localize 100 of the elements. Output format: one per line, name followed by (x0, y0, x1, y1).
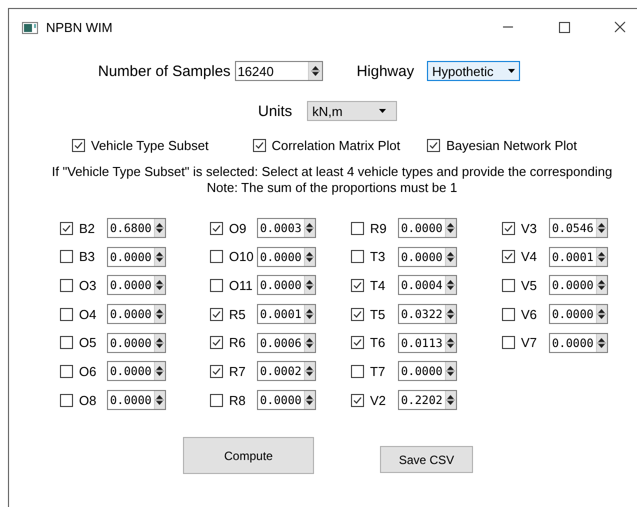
spin-box[interactable]: 0.0000 (107, 304, 166, 324)
checkbox-label[interactable]: O10 (229, 249, 255, 264)
checkbox-label[interactable]: O4 (79, 306, 105, 322)
checkbox[interactable] (72, 138, 85, 152)
checkbox-label[interactable]: R8 (229, 392, 255, 408)
spin-arrows-icon[interactable] (304, 334, 315, 352)
checkbox-label[interactable]: T4 (370, 278, 396, 293)
spin-box[interactable]: 0.0000 (549, 304, 608, 324)
spin-arrows-icon[interactable] (154, 219, 165, 237)
checkbox[interactable] (351, 336, 364, 350)
spin-box[interactable]: 0.0000 (549, 275, 608, 296)
checkbox[interactable] (502, 308, 515, 321)
spin-box[interactable]: 0.0000 (398, 218, 457, 238)
checkbox[interactable] (502, 250, 515, 264)
spin-box[interactable]: 0.0000 (398, 246, 457, 267)
checkbox[interactable] (210, 364, 223, 378)
spin-box[interactable]: 0.0322 (398, 304, 457, 324)
checkbox[interactable] (210, 278, 223, 292)
spin-box[interactable]: 0.0000 (107, 246, 166, 267)
spin-box[interactable]: 0.0000 (549, 332, 608, 353)
checkbox-label[interactable]: Vehicle Type Subset (91, 138, 209, 152)
checkbox[interactable] (210, 222, 223, 234)
checkbox-label[interactable]: R5 (229, 306, 255, 322)
checkbox-label[interactable]: R9 (370, 220, 396, 236)
checkbox[interactable] (210, 308, 223, 321)
spin-arrows-icon[interactable] (596, 334, 607, 352)
checkbox[interactable] (351, 222, 364, 234)
maximize-icon[interactable] (558, 21, 570, 34)
checkbox-label[interactable]: V7 (521, 335, 547, 350)
close-icon[interactable] (614, 21, 626, 34)
checkbox-label[interactable]: B2 (79, 220, 105, 236)
spin-arrows-icon[interactable] (308, 62, 322, 80)
checkbox-label[interactable]: V5 (521, 278, 547, 293)
highway-dropdown[interactable]: Hypothetic (427, 61, 520, 81)
checkbox[interactable] (60, 278, 73, 292)
spin-box[interactable]: 0.0000 (257, 246, 316, 267)
checkbox-label[interactable]: T3 (370, 249, 396, 264)
spin-arrows-icon[interactable] (154, 391, 165, 410)
checkbox[interactable] (210, 250, 223, 264)
spin-arrows-icon[interactable] (444, 276, 456, 294)
checkbox-label[interactable]: B3 (79, 249, 105, 264)
spin-box[interactable]: 0.0006 (257, 332, 316, 353)
checkbox[interactable] (60, 336, 73, 350)
checkbox[interactable] (210, 394, 223, 407)
checkbox-label[interactable]: O11 (229, 278, 255, 293)
checkbox-label[interactable]: V2 (370, 392, 396, 408)
checkbox-label[interactable]: O3 (79, 278, 105, 293)
spin-arrows-icon[interactable] (596, 219, 607, 237)
spin-arrows-icon[interactable] (154, 362, 165, 380)
checkbox[interactable] (252, 138, 266, 152)
checkbox[interactable] (502, 336, 515, 350)
spin-box[interactable]: 0.0000 (257, 275, 316, 296)
checkbox-label[interactable]: R6 (229, 335, 255, 350)
spin-arrows-icon[interactable] (304, 305, 315, 324)
spin-box[interactable]: 0.6800 (107, 218, 166, 238)
spin-arrows-icon[interactable] (596, 248, 607, 266)
checkbox[interactable] (351, 364, 364, 378)
checkbox[interactable] (210, 336, 223, 350)
checkbox[interactable] (351, 250, 364, 264)
checkbox[interactable] (351, 278, 364, 292)
checkbox-label[interactable]: V6 (521, 306, 547, 322)
checkbox-label[interactable]: V3 (521, 220, 547, 236)
spin-arrows-icon[interactable] (304, 219, 315, 237)
spin-arrows-icon[interactable] (444, 391, 456, 410)
checkbox[interactable] (60, 222, 73, 234)
spin-box[interactable]: 0.0546 (549, 218, 608, 238)
spin-arrows-icon[interactable] (444, 334, 456, 352)
checkbox[interactable] (60, 308, 73, 321)
spin-arrows-icon[interactable] (304, 391, 315, 410)
checkbox[interactable] (427, 138, 440, 152)
spin-arrows-icon[interactable] (304, 362, 315, 380)
checkbox-label[interactable]: V4 (521, 249, 547, 264)
spin-arrows-icon[interactable] (596, 276, 607, 294)
spin-box[interactable]: 0.0000 (398, 361, 457, 382)
spin-box[interactable]: 0.0002 (257, 361, 316, 382)
checkbox[interactable] (60, 364, 73, 378)
spin-box[interactable]: 0.0113 (398, 332, 457, 353)
spin-arrows-icon[interactable] (154, 276, 165, 294)
spin-box[interactable]: 0.2202 (398, 390, 457, 410)
checkbox[interactable] (351, 394, 364, 407)
checkbox[interactable] (351, 308, 364, 321)
spin-box[interactable]: 0.0003 (257, 218, 316, 238)
checkbox-label[interactable]: T7 (370, 364, 396, 379)
checkbox-label[interactable]: T5 (370, 306, 396, 322)
checkbox-label[interactable]: O6 (79, 364, 105, 379)
checkbox[interactable] (502, 222, 515, 234)
save-button[interactable]: Save CSV (380, 446, 473, 474)
checkbox-label[interactable]: Bayesian Network Plot (446, 138, 577, 152)
checkbox-label[interactable]: O9 (229, 220, 255, 236)
spin-box[interactable]: 0.0000 (107, 332, 166, 353)
spin-box[interactable]: 0.0000 (107, 361, 166, 382)
spin-box[interactable]: 0.0000 (257, 390, 316, 410)
spin-arrows-icon[interactable] (154, 305, 165, 324)
checkbox-label[interactable]: O8 (79, 392, 105, 408)
spin-arrows-icon[interactable] (304, 276, 315, 294)
spin-box[interactable]: 0.0001 (549, 246, 608, 267)
checkbox-label[interactable]: T6 (370, 335, 396, 350)
units-dropdown[interactable]: kN,m (307, 101, 398, 121)
spin-box[interactable]: 0.0000 (107, 275, 166, 296)
spin-box[interactable]: 16240 (234, 61, 323, 81)
